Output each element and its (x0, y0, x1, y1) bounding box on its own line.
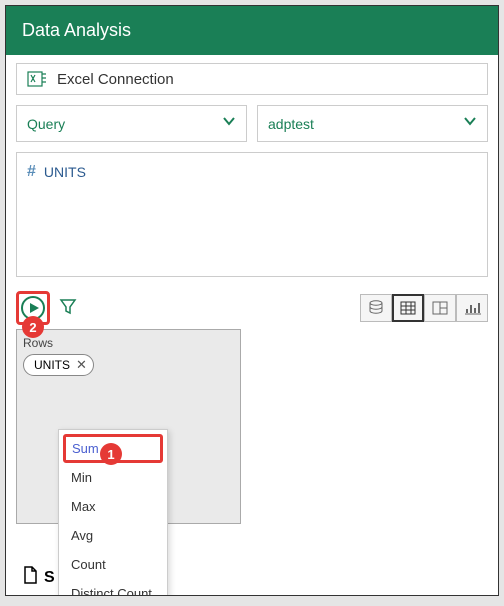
rows-label: Rows (23, 336, 234, 350)
page-title: Data Analysis (6, 6, 498, 55)
chevron-down-icon (463, 114, 477, 133)
excel-icon (27, 70, 47, 88)
view-chart-button[interactable] (456, 294, 488, 322)
footer-prefix: S (44, 569, 55, 587)
toolbar (6, 287, 498, 329)
close-icon[interactable]: ✕ (76, 357, 87, 373)
view-table-button[interactable] (392, 294, 424, 322)
fields-panel: # UNITS (16, 152, 488, 277)
source-dropdown-label: adptest (268, 116, 314, 132)
numeric-icon: # (27, 163, 36, 181)
callout-badge-1: 1 (100, 443, 122, 465)
rows-pill-label: UNITS (34, 358, 70, 372)
connection-row[interactable]: Excel Connection (16, 63, 488, 95)
chevron-down-icon (222, 114, 236, 133)
play-icon (30, 303, 39, 313)
query-dropdown[interactable]: Query (16, 105, 247, 142)
callout-badge-2: 2 (22, 316, 44, 338)
source-dropdown[interactable]: adptest (257, 105, 488, 142)
menu-item-distinct-count[interactable]: Distinct Count (63, 579, 163, 596)
field-item[interactable]: # UNITS (27, 163, 477, 181)
menu-item-max[interactable]: Max (63, 492, 163, 521)
rows-pill[interactable]: UNITS ✕ (23, 354, 94, 376)
menu-item-avg[interactable]: Avg (63, 521, 163, 550)
document-icon (22, 566, 38, 589)
menu-item-count[interactable]: Count (63, 550, 163, 579)
menu-item-min[interactable]: Min (63, 463, 163, 492)
field-name: UNITS (44, 164, 86, 180)
query-dropdown-label: Query (27, 116, 65, 132)
view-panel-button[interactable] (424, 294, 456, 322)
filter-button[interactable] (58, 296, 78, 321)
view-database-button[interactable] (360, 294, 392, 322)
connection-label: Excel Connection (57, 71, 174, 88)
